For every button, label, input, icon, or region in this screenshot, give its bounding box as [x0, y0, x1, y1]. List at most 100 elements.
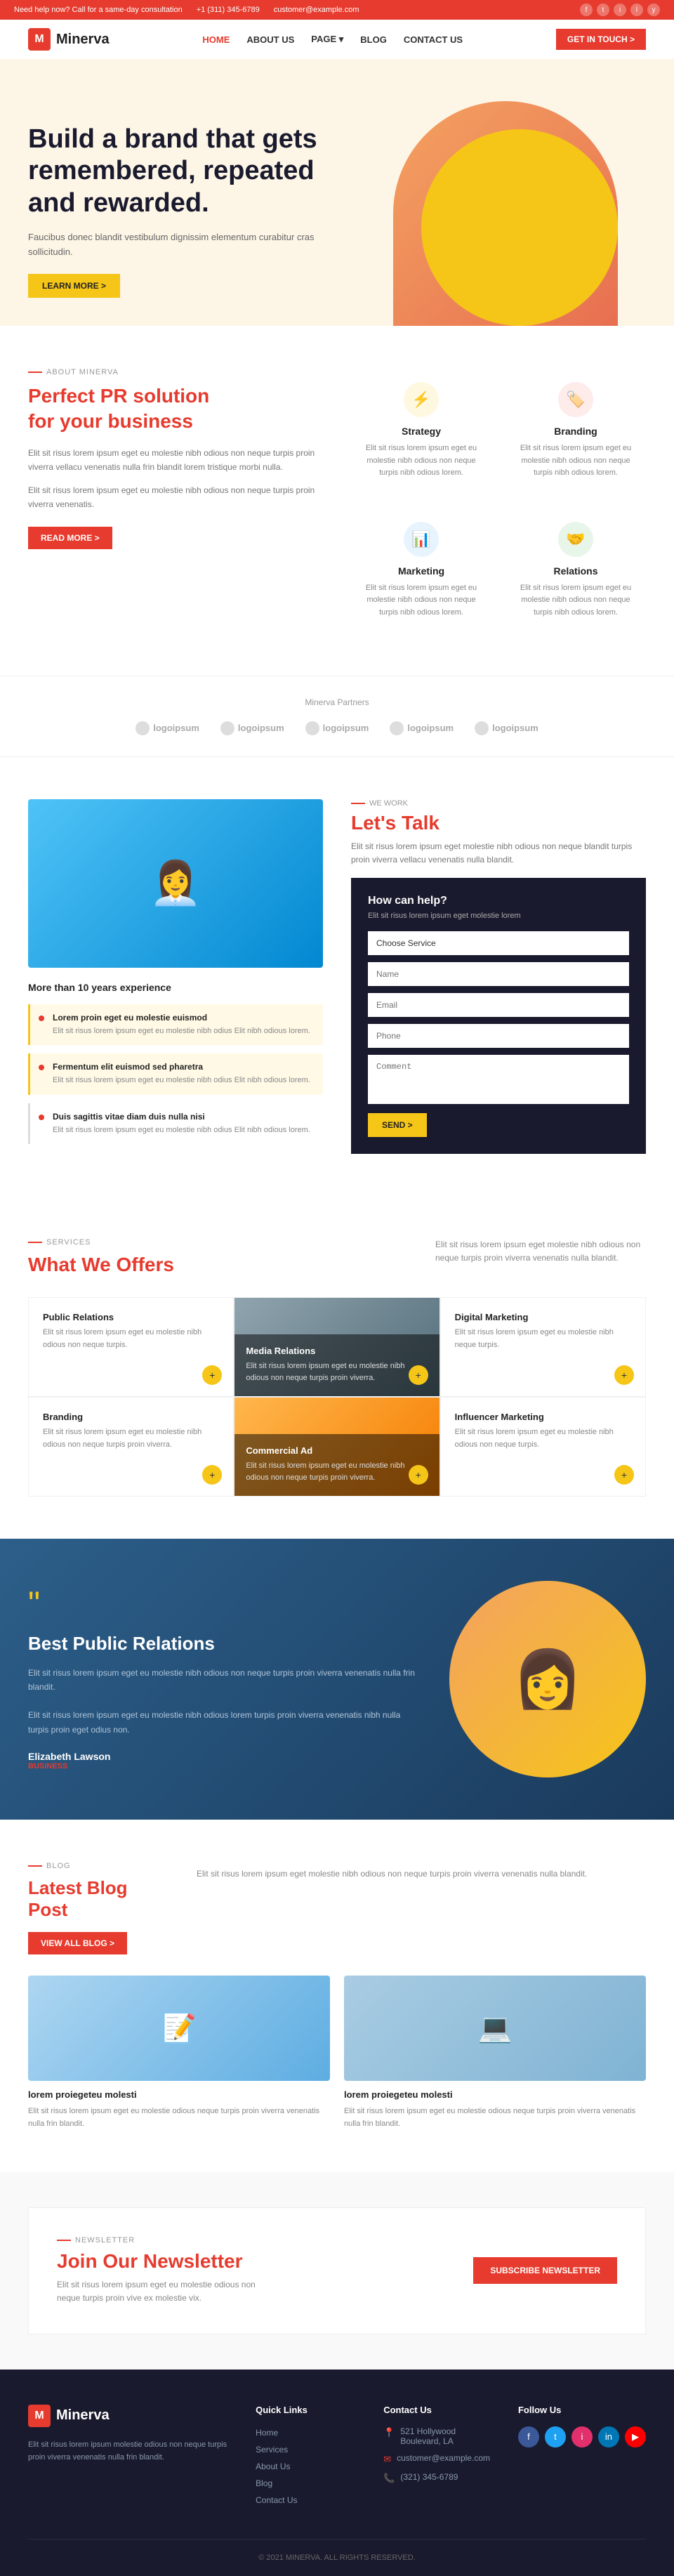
offers-description: Elit sit risus lorem ipsum eget molestie… — [435, 1238, 646, 1265]
offer-commercial-desc: Elit sit risus lorem ipsum eget eu moles… — [246, 1460, 428, 1485]
footer-email-text: customer@example.com — [397, 2453, 490, 2463]
footer-link-about[interactable]: About Us — [256, 2462, 290, 2471]
form-name-input[interactable] — [368, 962, 629, 986]
view-all-blog-button[interactable]: VIEW ALL BLOG > — [28, 1932, 127, 1954]
about-read-more-button[interactable]: READ MORE > — [28, 527, 112, 549]
strategy-icon: ⚡ — [404, 382, 439, 417]
blog-header-left: BLOG Latest Blog Post VIEW ALL BLOG > — [28, 1862, 168, 1954]
blog-heading: Latest Blog Post — [28, 1877, 168, 1921]
location-icon: 📍 — [383, 2427, 395, 2438]
footer-links-list: Home Services About Us Blog Contact Us — [256, 2426, 355, 2505]
partners-logos: logoipsum logoipsum logoipsum logoipsum … — [28, 721, 646, 735]
footer-ig-icon[interactable]: i — [571, 2426, 593, 2447]
testimonial-content: " Best Public Relations Elit sit risus l… — [28, 1588, 421, 1771]
offer-dm-btn[interactable]: + — [614, 1365, 634, 1385]
relations-title: Relations — [520, 565, 632, 577]
footer-phone-text: (321) 345-6789 — [400, 2472, 458, 2482]
footer-yt-icon[interactable]: ▶ — [625, 2426, 646, 2447]
hero-learn-more-button[interactable]: LEARN MORE > — [28, 274, 120, 298]
testimonial-person-img: 👩 — [449, 1581, 646, 1777]
top-bar-phone[interactable]: +1 (311) 345-6789 — [197, 6, 260, 14]
partner-logo-3: logoipsum — [305, 721, 369, 735]
top-social-icons: f t i l y — [580, 4, 660, 16]
offer-brand-btn[interactable]: + — [202, 1465, 222, 1485]
offer-inf-btn[interactable]: + — [614, 1465, 634, 1485]
offers-heading-highlight: What — [28, 1254, 76, 1275]
logo-name: Minerva — [56, 32, 110, 48]
footer-fb-icon[interactable]: f — [518, 2426, 539, 2447]
testimonial-heading: Best Public Relations — [28, 1633, 421, 1655]
nav-blog[interactable]: Blog — [360, 34, 387, 45]
nav-page[interactable]: Page ▾ — [311, 34, 343, 45]
footer-logo-name: Minerva — [56, 2407, 110, 2424]
author-name: Elizabeth Lawson — [28, 1751, 421, 1762]
footer-li-icon[interactable]: in — [598, 2426, 619, 2447]
testimonial-text1: Elit sit risus lorem ipsum eget eu moles… — [28, 1666, 421, 1695]
nav-home[interactable]: Home — [202, 34, 230, 45]
feature-title-3: Duis sagittis vitae diam duis nulla nisi — [53, 1112, 310, 1122]
about-card-relations: 🤝 Relations Elit sit risus lorem ipsum e… — [505, 508, 646, 633]
form-phone-input[interactable] — [368, 1024, 629, 1048]
offer-dm-title: Digital Marketing — [455, 1312, 631, 1322]
get-in-touch-button[interactable]: GET IN TOUCH > — [556, 29, 646, 50]
feature-desc-3: Elit sit risus lorem ipsum eget eu moles… — [53, 1124, 310, 1136]
strategy-title: Strategy — [365, 426, 477, 437]
footer-link-home[interactable]: Home — [256, 2428, 278, 2438]
about-section-label: ABOUT MINERVA — [28, 368, 323, 376]
nav-contact[interactable]: Contact Us — [404, 34, 463, 45]
form-email-input[interactable] — [368, 993, 629, 1017]
feature-dot-3 — [39, 1115, 44, 1120]
footer-link-blog[interactable]: Blog — [256, 2478, 272, 2488]
talk-heading-normal: Talk — [402, 812, 440, 834]
about-heading-highlight: Perfect — [28, 385, 95, 407]
offer-commercial-btn[interactable]: + — [409, 1465, 428, 1485]
footer-link-services[interactable]: Services — [256, 2445, 288, 2455]
offer-brand-title: Branding — [43, 1412, 219, 1422]
top-ig-icon[interactable]: i — [614, 4, 626, 16]
footer-social-icons: f t i in ▶ — [518, 2426, 646, 2447]
about-heading: Perfect PR solutionfor your business — [28, 383, 323, 435]
partners-title: Minerva Partners — [28, 697, 646, 707]
logo[interactable]: M Minerva — [28, 28, 110, 51]
marketing-icon: 📊 — [404, 522, 439, 557]
form-title: How can help? — [368, 895, 629, 907]
top-yt-icon[interactable]: y — [647, 4, 660, 16]
form-send-button[interactable]: SEND > — [368, 1113, 427, 1137]
blog-posts: 📝 lorem proiegeteu molesti Elit sit risu… — [28, 1976, 646, 2130]
email-icon: ✉ — [383, 2454, 391, 2465]
footer-address-text: 521 Hollywood Boulevard, LA — [400, 2426, 490, 2446]
service-select[interactable]: Choose Service Public Relations Digital … — [368, 931, 629, 955]
feature-item-2: Fermentum elit euismod sed pharetra Elit… — [28, 1053, 323, 1095]
partner-icon-3 — [305, 721, 319, 735]
top-fb-icon[interactable]: f — [580, 4, 593, 16]
blog-description: Elit sit risus lorem ipsum eget molestie… — [197, 1862, 587, 1881]
blog-post-title-1: lorem proiegeteu molesti — [28, 2089, 330, 2100]
subscribe-button[interactable]: SUBSCRIBE NEWSLETTER — [473, 2257, 617, 2284]
offer-media-btn[interactable]: + — [409, 1365, 428, 1385]
offer-dm-desc: Elit sit risus lorem ipsum eget eu moles… — [455, 1327, 631, 1351]
feature-dot-2 — [39, 1065, 44, 1070]
footer-logo[interactable]: M Minerva — [28, 2405, 227, 2427]
about-card-marketing: 📊 Marketing Elit sit risus lorem ipsum e… — [351, 508, 491, 633]
footer-link-contact[interactable]: Contact Us — [256, 2495, 297, 2505]
footer-follow-title: Follow Us — [518, 2405, 646, 2415]
offer-commercial-title: Commercial Ad — [246, 1445, 428, 1456]
branding-icon: 🏷️ — [558, 382, 593, 417]
offer-branding: Branding Elit sit risus lorem ipsum eget… — [28, 1397, 234, 1497]
offer-pr-btn[interactable]: + — [202, 1365, 222, 1385]
author-title: BUSINESS — [28, 1762, 421, 1770]
top-tw-icon[interactable]: t — [597, 4, 609, 16]
contact-form: How can help? Elit sit risus lorem ipsum… — [351, 878, 646, 1154]
offer-digital-marketing: Digital Marketing Elit sit risus lorem i… — [440, 1297, 646, 1397]
top-li-icon[interactable]: l — [630, 4, 643, 16]
hero-heading: Build a brand that gets remembered, repe… — [28, 124, 323, 220]
offer-media-img: Media Relations Elit sit risus lorem ips… — [234, 1297, 440, 1397]
testimonial-text2: Elit sit risus lorem ipsum eget eu moles… — [28, 1708, 421, 1737]
footer-contact: Contact Us 📍 521 Hollywood Boulevard, LA… — [383, 2405, 490, 2511]
top-bar-email[interactable]: customer@example.com — [274, 6, 359, 14]
form-comment-input[interactable] — [368, 1055, 629, 1104]
blog-heading-line2: Post — [28, 1899, 67, 1920]
footer-tw-icon[interactable]: t — [545, 2426, 566, 2447]
nav-about[interactable]: About Us — [246, 34, 294, 45]
experience-text: More than 10 years experience — [28, 982, 323, 993]
